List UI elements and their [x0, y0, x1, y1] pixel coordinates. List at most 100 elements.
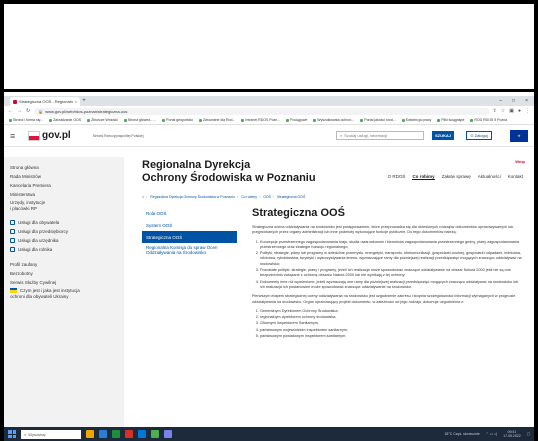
bookmark-icon	[360, 118, 364, 122]
list-item: Dokumenty inne niż wymienione, jeżeli wy…	[260, 280, 522, 291]
tab-handle-matter[interactable]: Załatw sprawę	[442, 174, 471, 180]
star-icon[interactable]: ☆	[501, 108, 505, 114]
eu-funds-logo: ★	[510, 129, 528, 142]
service-label: Serwis Rzeczypospolitej Polskiej	[92, 133, 144, 138]
wip-logo[interactable]: Wnip	[515, 159, 525, 164]
sidebar-item-civil-service[interactable]: Serwis Służby Cywilnej	[10, 278, 124, 287]
sidebar-item-official-services[interactable]: Usługi dla urzędnika	[10, 236, 124, 245]
profile-icon[interactable]: ●	[518, 108, 521, 114]
sidebar-item-business-services[interactable]: Usługi dla przedsiębiorcy	[10, 227, 124, 236]
tab-news[interactable]: Aktualności	[478, 174, 501, 180]
breadcrumb-org[interactable]: Regionalna Dyrekcja Ochrony Środowiska w…	[150, 195, 235, 199]
home-icon[interactable]: ⌂	[142, 195, 144, 199]
sidebar-item-unemployed[interactable]: Bezrobotny	[10, 269, 124, 278]
teams-icon[interactable]	[164, 430, 172, 438]
bookmark-icon	[313, 118, 317, 122]
agreement-list: Generalnym Dyrektorem Ochrony Środowiska…	[260, 309, 522, 339]
bookmark-item[interactable]: Portal jakości środ...	[360, 118, 396, 122]
taskbar-search-input[interactable]: ⌕ Wyszukaj	[21, 429, 81, 439]
sidebar-item-farmer-services[interactable]: Usługi dla rolnika	[10, 245, 124, 254]
maximize-button[interactable]: □	[512, 96, 515, 106]
tray-icons[interactable]: ⌃ ▭ ◖)	[486, 432, 497, 436]
back-arrow-icon[interactable]: ←	[8, 108, 13, 114]
minimize-button[interactable]: –	[499, 96, 502, 106]
extensions-icon[interactable]: ▣	[509, 108, 514, 114]
forward-arrow-icon[interactable]: →	[17, 108, 22, 114]
bookmark-item[interactable]: Wyszukiwarka ochron...	[313, 118, 354, 122]
sidebar-item-home[interactable]: Strona główna	[10, 163, 124, 172]
bookmark-item[interactable]: Pociągowe	[286, 118, 307, 122]
bookmark-item[interactable]: Zarzadzanie OOS	[49, 118, 81, 122]
bookmark-item[interactable]: Zdrowotne dla Rod...	[198, 118, 235, 122]
sidebar-item-chancellery[interactable]: Kancelaria Premiera	[10, 181, 124, 190]
new-tab-button[interactable]: +	[80, 97, 88, 106]
citizen-icon	[10, 220, 15, 225]
bookmark-item[interactable]: Intranet RDOS Pozn...	[241, 118, 280, 122]
breadcrumb-what-we-do[interactable]: Co robimy	[241, 195, 257, 199]
sidebar-item-offices-line2[interactable]: i placówki RP	[10, 205, 124, 212]
subnav-regional-commission[interactable]: Regionalna Komisja do spraw Ocen Oddział…	[142, 243, 237, 257]
file-explorer-icon[interactable]	[86, 430, 94, 438]
tab-about[interactable]: O RDOŚ	[388, 174, 406, 180]
bookmark-icon	[437, 118, 441, 122]
browser-window: Strategiczna OOŚ - Regionalna D × + – □ …	[4, 96, 534, 441]
bookmark-item[interactable]: ROD RDOS 5 Pozna	[470, 118, 507, 122]
list-item: Głównym Inspektorem Sanitarnym,	[260, 321, 522, 326]
search-placeholder: Szukaj usługi, informacji	[344, 133, 388, 138]
sidebar-item-council[interactable]: Rada Ministrów	[10, 172, 124, 181]
list-item: Koncepcje przestrzennego zagospodarowani…	[260, 240, 522, 251]
subnav-role-oos[interactable]: Rola OOŚ	[142, 207, 237, 219]
sub-navigation: Rola OOŚ System OOŚ Strategiczna OOŚ Reg…	[142, 207, 237, 257]
list-item: państwowym wojewódzkim inspektorem sanit…	[260, 328, 522, 333]
sidebar-item-ministries[interactable]: Ministerstwa	[10, 190, 124, 199]
url-input[interactable]: 🔒 www.gov.pl/web/rdos-poznan/strategiczn…	[34, 107, 489, 115]
search-input[interactable]: ⌕ Szukaj usługi, informacji	[336, 131, 424, 140]
org-nav: O RDOŚ Co robimy Załatw sprawę Aktualnoś…	[388, 174, 523, 180]
browser-app-icon[interactable]	[151, 430, 159, 438]
tab-close-icon[interactable]: ×	[75, 99, 77, 104]
close-window-button[interactable]: ×	[525, 96, 528, 106]
bookmark-icon	[241, 118, 245, 122]
breadcrumb-oos[interactable]: OOŚ	[263, 195, 271, 199]
browser-tab[interactable]: Strategiczna OOŚ - Regionalna D ×	[10, 97, 80, 106]
bookmark-item[interactable]: Pliki ściągnięte	[437, 118, 464, 122]
bookmark-item[interactable]: Strona i forma sty...	[9, 118, 43, 122]
weather-widget[interactable]: 18°C Częś. słonecznie	[444, 432, 479, 436]
browser-actions: ⇪ ☆ ▣ ● ⋮	[493, 108, 530, 114]
search-button[interactable]: SZUKAJ	[432, 131, 454, 140]
subnav-strategic-oos[interactable]: Strategiczna OOŚ	[142, 231, 237, 243]
share-icon[interactable]: ⇪	[493, 108, 497, 114]
gov-logo[interactable]: gov.pl	[28, 130, 71, 141]
bookmark-item[interactable]: Ewidencja pracy	[401, 118, 431, 122]
app-icon[interactable]	[99, 430, 107, 438]
url-text: www.gov.pl/web/rdos-poznan/strategiczna-…	[45, 108, 128, 114]
reload-icon[interactable]: ↻	[26, 108, 30, 114]
hamburger-menu-icon[interactable]: ≡	[10, 131, 20, 141]
bookmark-icon	[286, 118, 290, 122]
bookmark-item[interactable]: Zbiorcze Wnioski	[87, 118, 118, 122]
favicon-icon	[13, 99, 17, 104]
breadcrumb-current: Strategiczna OOŚ	[277, 195, 306, 199]
login-button[interactable]: ⊙ Zaloguj	[466, 131, 492, 140]
bookmark-item[interactable]: Strona główna - ...	[123, 118, 156, 122]
list-item: Polityki, strategie, plany lub programy …	[260, 251, 522, 267]
left-sidebar: Strona główna Rada Ministrów Kancelaria …	[4, 157, 124, 427]
clock[interactable]: 09:41 17.05.2022	[503, 430, 521, 438]
briefcase-icon	[10, 229, 15, 234]
windows-start-icon[interactable]	[8, 430, 16, 438]
subnav-system-oos[interactable]: System OOŚ	[142, 219, 237, 231]
bookmarks-bar: Strona i forma sty... Zarzadzanie OOS Zb…	[4, 116, 534, 125]
sidebar-item-trusted-profile[interactable]: Profil zaufany	[10, 260, 124, 269]
bookmark-icon	[198, 118, 202, 122]
tab-contact[interactable]: Kontakt	[508, 174, 523, 180]
menu-dots-icon[interactable]: ⋮	[525, 108, 530, 114]
app-icon[interactable]	[138, 430, 146, 438]
app-icon[interactable]	[125, 430, 133, 438]
tab-what-we-do[interactable]: Co robimy	[412, 174, 435, 180]
bookmark-item[interactable]: Portal geoportalu	[162, 118, 193, 122]
sidebar-item-citizen-services[interactable]: Usługi dla obywatela	[10, 218, 124, 227]
sidebar-item-ukraine-line2[interactable]: ochroni dla obywateli Ukrainy	[10, 293, 124, 300]
app-icon[interactable]	[112, 430, 120, 438]
bookmark-icon	[49, 118, 53, 122]
notifications-icon[interactable]: ▢	[527, 432, 530, 436]
